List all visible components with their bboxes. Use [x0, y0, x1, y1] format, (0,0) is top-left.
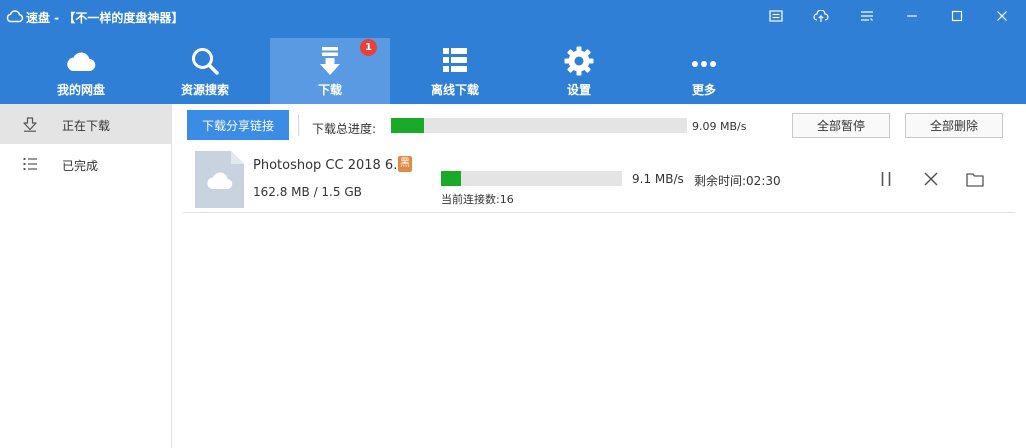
search-icon — [192, 48, 219, 75]
tool-label: 离线下载 — [430, 83, 479, 97]
sidebar-item-label: 已完成 — [62, 159, 99, 173]
cancel-icon[interactable] — [919, 168, 943, 190]
more-icon — [692, 61, 716, 67]
title-bar[interactable]: 速盘 - 【不一样的度盘神器】 — [0, 0, 1026, 32]
gear-icon — [564, 46, 594, 76]
sidebar-item-label: 正在下载 — [62, 119, 111, 133]
download-item[interactable]: Photoshop CC 2018 6... 黑 162.8 MB / 1.5 … — [183, 146, 1015, 213]
item-speed: 9.1 MB/s — [632, 172, 684, 186]
download-count-badge: 1 — [360, 39, 377, 56]
minimize-icon[interactable] — [897, 6, 927, 26]
download-icon — [320, 47, 340, 75]
maximize-icon[interactable] — [942, 6, 972, 26]
tool-label: 我的网盘 — [56, 83, 105, 97]
top-bar: 速盘 - 【不一样的度盘神器】 我的网盘 资源搜索 1 下载 离线下载 设置 更… — [0, 0, 1026, 104]
grid-list-icon — [443, 48, 467, 72]
window-title: 速盘 - 【不一样的度盘神器】 — [26, 11, 184, 25]
file-cloud-icon — [195, 151, 244, 208]
folder-icon[interactable] — [963, 168, 987, 190]
sidebar-item-downloading[interactable]: 正在下载 — [0, 104, 171, 144]
file-tag-badge: 黑 — [398, 156, 412, 172]
tool-label: 下载 — [317, 83, 342, 97]
tool-label: 更多 — [691, 83, 716, 97]
file-name: Photoshop CC 2018 6... — [253, 158, 406, 173]
tool-my-netdisk[interactable]: 我的网盘 — [21, 38, 141, 104]
download-share-link-button[interactable]: 下载分享链接 — [187, 110, 289, 140]
list-icon[interactable] — [852, 6, 882, 26]
menu-icon[interactable] — [761, 6, 791, 26]
sidebar: 正在下载 已完成 — [0, 104, 172, 448]
tool-offline-download[interactable]: 离线下载 — [395, 38, 515, 104]
total-speed: 9.09 MB/s — [692, 120, 747, 133]
main-toolbar: 我的网盘 资源搜索 1 下载 离线下载 设置 更多 — [0, 38, 1026, 104]
connection-count: 当前连接数:16 — [441, 193, 514, 206]
action-bar: 下载分享链接 下载总进度: 9.09 MB/s 全部暂停 全部删除 — [172, 104, 1026, 146]
tool-label: 设置 — [566, 83, 591, 97]
download-arrow-icon — [23, 117, 37, 132]
tool-settings[interactable]: 设置 — [519, 38, 639, 104]
tool-more[interactable]: 更多 — [644, 38, 764, 104]
item-progress-bar — [441, 171, 622, 186]
divider — [298, 114, 299, 136]
cloud-logo-icon — [6, 10, 24, 23]
tool-resource-search[interactable]: 资源搜索 — [145, 38, 265, 104]
close-icon[interactable] — [987, 6, 1017, 26]
total-progress-fill — [391, 118, 424, 133]
tool-label: 资源搜索 — [180, 83, 229, 97]
pause-all-button[interactable]: 全部暂停 — [792, 113, 890, 138]
file-size: 162.8 MB / 1.5 GB — [253, 185, 362, 199]
item-progress-fill — [441, 171, 461, 186]
list-icon — [23, 158, 37, 170]
cloud-icon — [67, 52, 96, 72]
delete-all-button[interactable]: 全部删除 — [905, 113, 1003, 138]
tool-download[interactable]: 1 下载 — [270, 38, 390, 104]
sidebar-item-completed[interactable]: 已完成 — [0, 144, 171, 184]
total-progress-bar — [391, 118, 687, 133]
upload-icon[interactable] — [806, 6, 836, 26]
pause-icon[interactable] — [874, 168, 898, 190]
total-progress-label: 下载总进度: — [312, 122, 377, 136]
remaining-time: 剩余时间:02:30 — [694, 174, 781, 188]
